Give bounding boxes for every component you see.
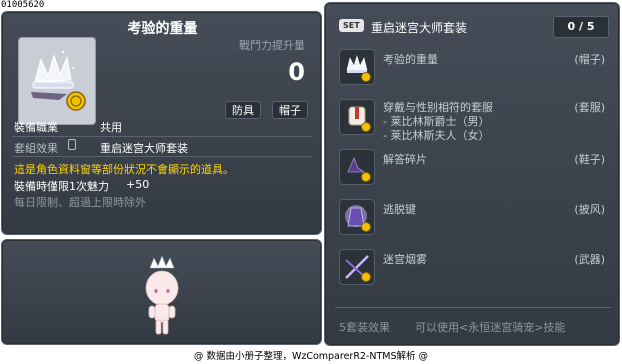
set-item-category: (套服) [574, 101, 605, 114]
set-item-category: (鞋子) [574, 153, 605, 166]
set-item-category: (披风) [574, 203, 605, 216]
item-id: 01005620 [1, 0, 45, 10]
set-count: 0 / 5 [553, 16, 609, 38]
set-item-sub: - 莱比林斯夫人（女） [383, 129, 490, 142]
combat-power-value: 0 [288, 58, 305, 86]
set-item-name: 解答碎片 [383, 153, 427, 166]
character-preview-panel [1, 239, 322, 345]
character-avatar [145, 255, 179, 335]
combat-power-label: 戰鬥力提升量 [239, 39, 305, 52]
set-item-name: 逃脱键 [383, 203, 416, 216]
set-effect-value: 重启迷宫大师套装 [100, 142, 188, 155]
set-item-category: (帽子) [574, 53, 605, 66]
credit-footer: @ 数据由小册子整理，WzComparerR2-NTMS解析 @ [193, 351, 429, 362]
charm-bonus: +50 [126, 178, 150, 191]
item-tooltip-panel: 考验的重量 戰鬥力提升量 0 防具 帽子 裝備職業 共用 套組效果 重启迷宫大师… [1, 11, 322, 235]
time-limit-text: 裝備時僅限1次魅力 [14, 180, 109, 193]
tag-hat: 帽子 [272, 101, 308, 119]
set-name: 重启迷宫大师套装 [371, 21, 468, 35]
item-icon-frame [18, 37, 96, 125]
lock-icon [68, 139, 76, 150]
shoes-icon [339, 149, 375, 185]
set-effect-label: 套組效果 [14, 142, 58, 155]
suit-icon [339, 99, 375, 135]
divider [12, 156, 312, 157]
set-effect-text: 可以使用<永恒迷宫骑宠>技能 [415, 321, 566, 334]
crown-icon [339, 49, 375, 85]
set-effect-label: 5套装效果 [339, 321, 390, 334]
set-info-panel: SET 重启迷宫大师套装 0 / 5 考验的重量 (帽子) 穿戴与性别相符的套服… [324, 2, 620, 346]
divider [12, 136, 312, 137]
divider [335, 307, 611, 308]
set-item-name: 考验的重量 [383, 53, 438, 66]
set-item-category: (武器) [574, 253, 605, 266]
daily-limit-text: 每日限制、超過上限時除外 [14, 196, 146, 209]
set-item-name: 迷宫烟雾 [383, 253, 427, 266]
weapon-icon [339, 249, 375, 285]
crown-icon [31, 50, 86, 111]
warning-text: 這是角色資料窗等部份狀況不會顯示的道具。 [14, 163, 234, 176]
job-label: 裝備職業 [14, 121, 58, 134]
tag-armor: 防具 [225, 101, 261, 119]
item-title: 考验的重量 [127, 21, 198, 37]
cape-icon [339, 199, 375, 235]
set-badge: SET [339, 19, 364, 32]
job-value: 共用 [100, 121, 122, 134]
